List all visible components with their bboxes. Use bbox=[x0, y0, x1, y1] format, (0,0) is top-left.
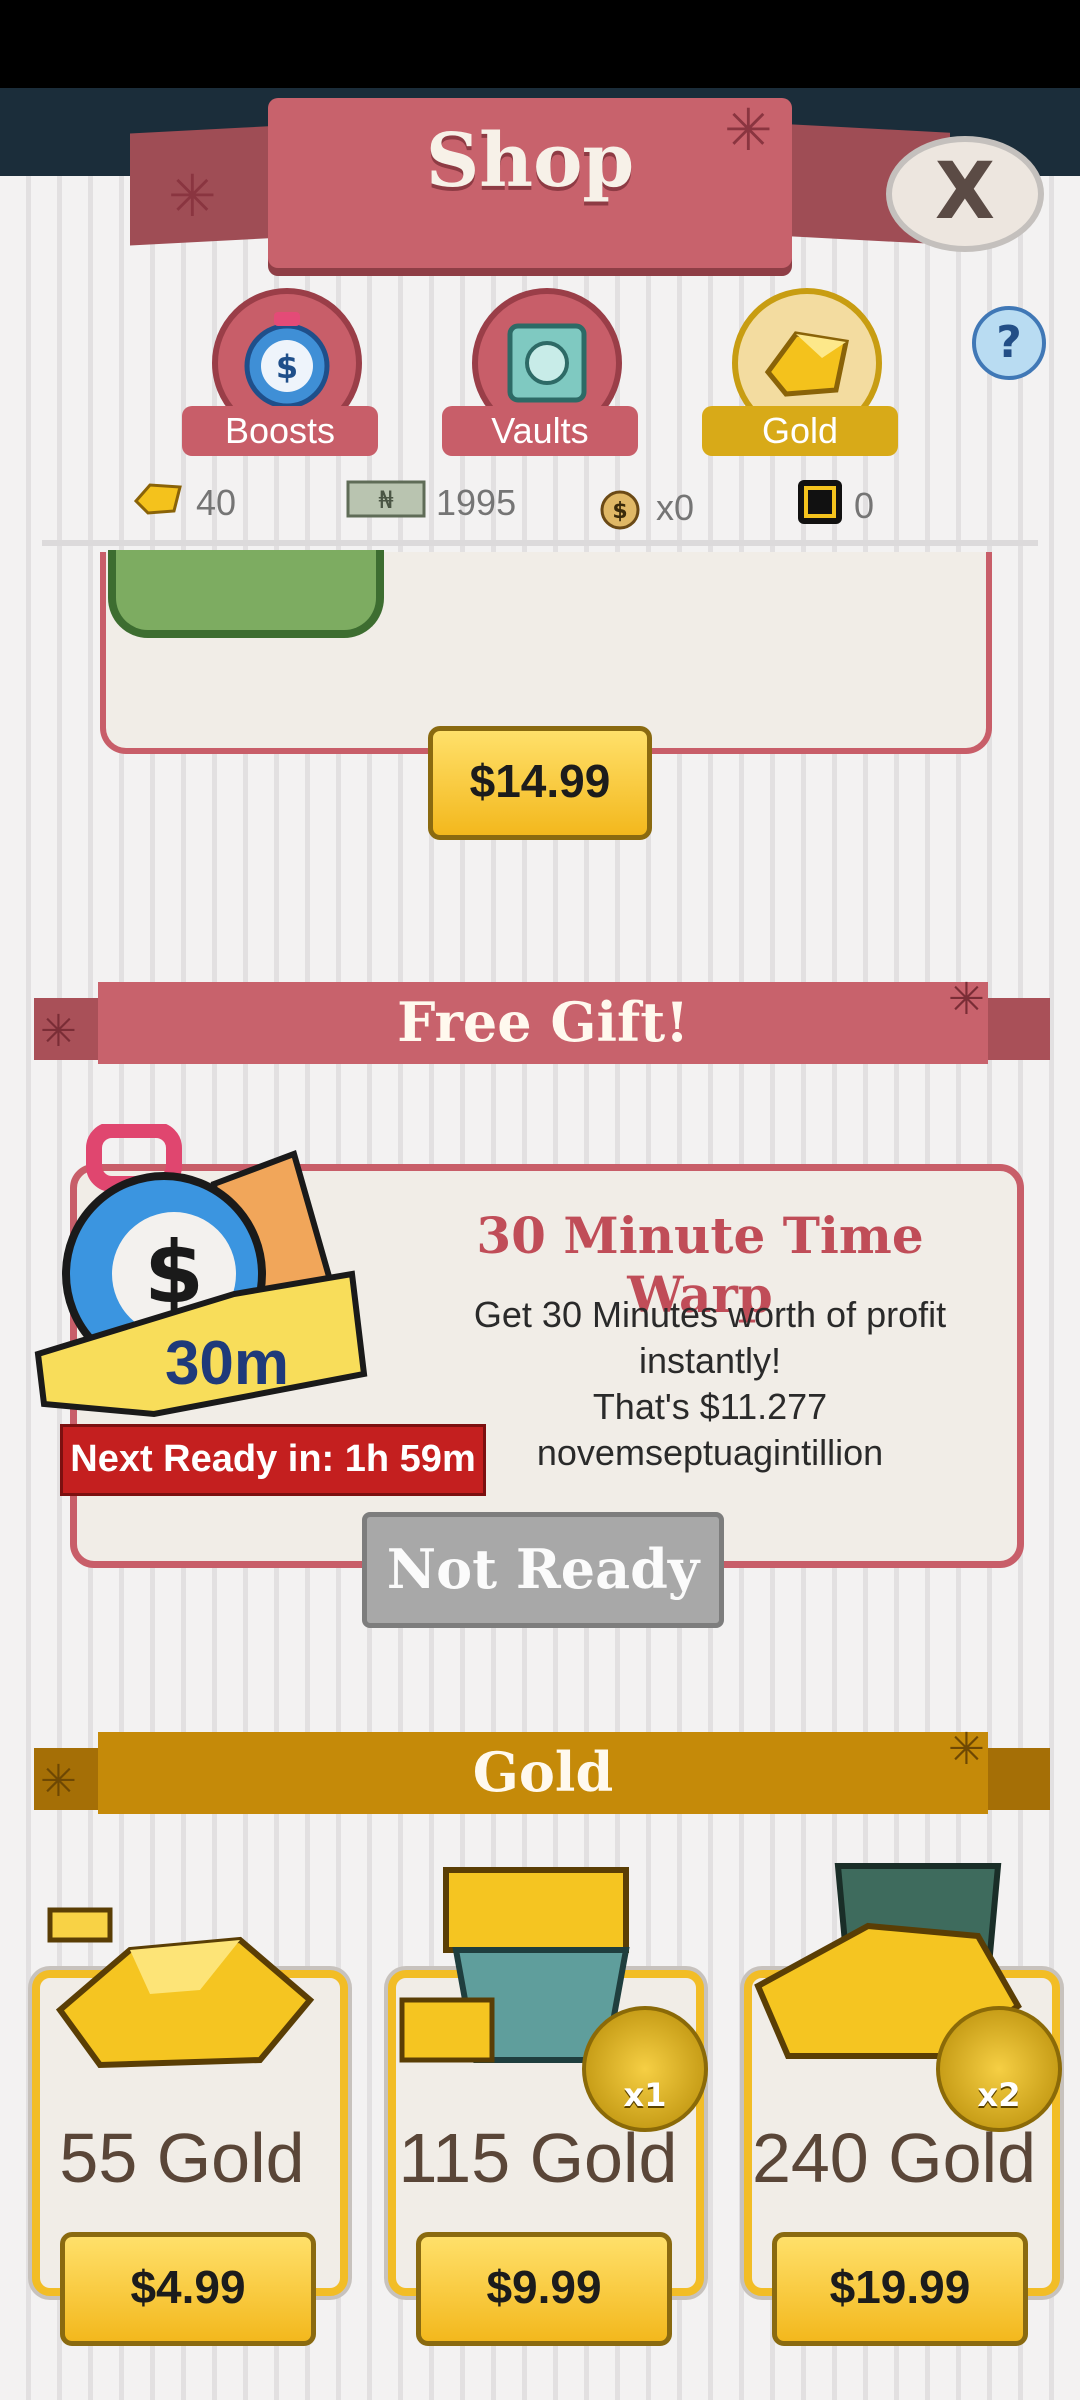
gold-icon bbox=[133, 480, 186, 530]
starburst-icon: ✳ bbox=[40, 1756, 77, 1807]
pack-label: 115 Gold bbox=[398, 2119, 678, 2197]
status-bar bbox=[0, 0, 1080, 88]
tab-gold[interactable]: Gold bbox=[702, 288, 898, 456]
not-ready-button[interactable]: Not Ready bbox=[362, 1512, 724, 1628]
close-button[interactable]: X bbox=[886, 136, 1044, 252]
vault-icon bbox=[108, 550, 384, 638]
multiplier-label: x1 bbox=[623, 2076, 667, 2114]
currency-money-bags: $ x0 bbox=[594, 478, 695, 530]
starburst-icon: ✳ bbox=[40, 1006, 77, 1057]
cash-icon: ₦ bbox=[346, 480, 426, 531]
multiplier-badge: x1 bbox=[582, 2006, 708, 2132]
currency-value: 40 bbox=[196, 482, 237, 523]
svg-text:$: $ bbox=[612, 499, 627, 524]
gold-bars-icon bbox=[40, 1890, 330, 2084]
page-title: Shop bbox=[425, 118, 635, 204]
section-title: Free Gift! bbox=[397, 990, 689, 1054]
badge-icon bbox=[796, 478, 844, 539]
svg-text:$: $ bbox=[276, 348, 298, 386]
tab-label: Gold bbox=[702, 406, 898, 456]
currency-value: 0 bbox=[854, 485, 875, 527]
tab-vaults[interactable]: Vaults bbox=[442, 288, 638, 456]
section-title: Gold bbox=[472, 1740, 614, 1804]
duration-badge: 30m bbox=[164, 1329, 290, 1398]
pack-price-button[interactable]: $19.99 bbox=[772, 2232, 1028, 2346]
next-ready-timer: Next Ready in: 1h 59m bbox=[60, 1424, 486, 1496]
pack-price-button[interactable]: $9.99 bbox=[416, 2232, 672, 2346]
tab-label: Vaults bbox=[442, 406, 638, 456]
currency-value: x0 bbox=[656, 487, 695, 529]
offer-price-button[interactable]: $14.99 bbox=[428, 726, 652, 840]
currency-value: 1995 bbox=[436, 482, 517, 523]
gift-description: Get 30 Minutes worth of profit instantly… bbox=[473, 1294, 947, 1381]
pack-label: 55 Gold bbox=[59, 2119, 305, 2197]
currency-badges: 0 bbox=[796, 478, 874, 528]
pack-label: 240 Gold bbox=[751, 2119, 1037, 2197]
tab-boosts[interactable]: $ Boosts bbox=[182, 288, 378, 456]
tab-label: Boosts bbox=[182, 406, 378, 456]
currency-cash: ₦ 1995 bbox=[346, 478, 516, 528]
svg-text:₦: ₦ bbox=[378, 486, 393, 514]
multiplier-badge: x2 bbox=[936, 2006, 1062, 2132]
currency-gold: 40 bbox=[133, 478, 237, 530]
starburst-icon: ✳ bbox=[168, 162, 217, 230]
multiplier-label: x2 bbox=[977, 2076, 1021, 2114]
money-bag-icon: $ bbox=[594, 478, 646, 543]
pack-price-button[interactable]: $4.99 bbox=[60, 2232, 316, 2346]
help-button[interactable]: ? bbox=[972, 306, 1046, 380]
gift-value-text: That's $11.277 novemseptuagintillion bbox=[536, 1386, 884, 1473]
divider bbox=[42, 540, 1038, 546]
